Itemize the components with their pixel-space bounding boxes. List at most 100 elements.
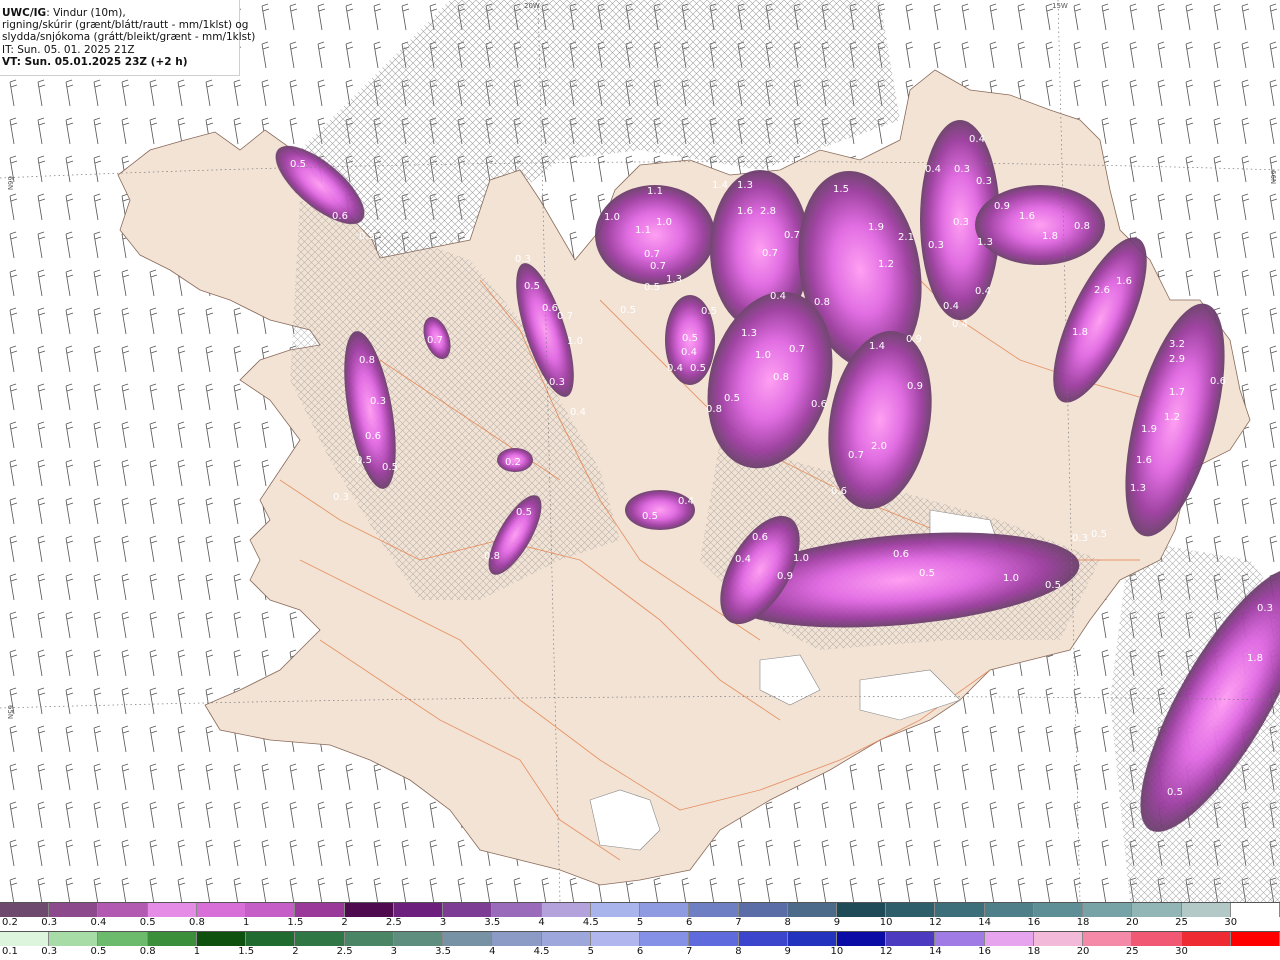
- precip-value-label: 0.2: [505, 457, 521, 468]
- precip-value-label: 0.5: [356, 455, 372, 466]
- legend-tick-label: 0.5: [139, 917, 156, 928]
- legend-swatch: [640, 932, 690, 946]
- precip-value-label: 0.5: [516, 507, 532, 518]
- legend-swatch: [1083, 903, 1133, 917]
- precip-value-label: 1.3: [666, 274, 682, 285]
- precip-value-label: 2.1: [898, 232, 914, 243]
- precip-value-label: 0.7: [427, 335, 443, 346]
- precip-value-label: 0.7: [789, 344, 805, 355]
- precip-value-label: 0.6: [365, 431, 381, 442]
- lat-label-66n-right: 66N: [1269, 170, 1277, 184]
- legend-tick-label: 0.1: [2, 946, 18, 957]
- precip-value-label: 0.5: [359, 231, 375, 242]
- legend-swatch: [640, 903, 690, 917]
- precip-value-label: 0.6: [893, 549, 909, 560]
- precip-value-label: 1.1: [635, 225, 651, 236]
- precip-value-label: 1.4: [869, 341, 885, 352]
- precip-value-label: 0.4: [952, 319, 968, 330]
- legend-tick-label: 10: [879, 917, 893, 928]
- legend-swatch: [935, 932, 985, 946]
- precip-value-label: 0.7: [644, 249, 660, 260]
- precip-value-label: 2.4: [1259, 733, 1275, 744]
- precip-value-label: 3.2: [1169, 339, 1185, 350]
- precip-value-label: 0.5: [682, 333, 698, 344]
- legend-tick-label: 9: [784, 946, 791, 957]
- legend-tick-label: 4.5: [533, 946, 550, 957]
- precip-value-label: 2.9: [1169, 354, 1185, 365]
- legend-swatch: [541, 903, 591, 917]
- legend-tick-label: 0.4: [90, 917, 107, 928]
- legend-tick-label: 20: [1125, 917, 1139, 928]
- precip-value-label: 0.9: [994, 201, 1010, 212]
- precip-value-label: 0.9: [907, 381, 923, 392]
- legend-tick-label: 18: [1027, 946, 1041, 957]
- precip-value-label: 0.6: [752, 532, 768, 543]
- legend-swatch: [738, 903, 788, 917]
- precip-value-label: 0.9: [777, 571, 793, 582]
- precip-value-label: 1.0: [1003, 573, 1019, 584]
- precip-value-label: 0.4: [570, 407, 586, 418]
- precip-value-label: 0.8: [814, 297, 830, 308]
- precip-value-label: 0.3: [928, 240, 944, 251]
- precip-value-label: 0.5: [382, 462, 398, 473]
- precip-value-label: 1.6: [1019, 211, 1035, 222]
- legend-swatch: [196, 932, 247, 946]
- legend-swatch: [541, 932, 591, 946]
- precip-value-label: 0.3: [333, 492, 349, 503]
- lat-label-66n-left: 66N: [6, 176, 14, 190]
- legend-swatch: [984, 932, 1034, 946]
- legend-swatch: [689, 903, 739, 917]
- precip-value-label: 2.6: [1094, 285, 1110, 296]
- legend-tick-label: 6: [636, 946, 644, 957]
- legend-swatch: [393, 903, 444, 917]
- legend-swatch: [1083, 932, 1133, 946]
- precip-value-label: 1.3: [737, 180, 753, 191]
- precip-value-label: 0.3: [515, 254, 531, 265]
- legend-tick-label: 9: [833, 917, 841, 928]
- precip-value-label: 0.5: [690, 363, 706, 374]
- valid-time: VT: Sun. 05.01.2025 23Z (+2 h): [2, 55, 188, 68]
- precip-value-label: 0.4: [735, 554, 751, 565]
- precip-value-label: 0.6: [831, 486, 847, 497]
- precip-value-label: 0.3: [954, 164, 970, 175]
- legend-tick-label: 2: [341, 917, 348, 928]
- legend-tick-label: 1: [242, 917, 250, 928]
- precip-value-label: 0.5: [701, 306, 717, 317]
- legend-rain-ticks: 0.1 0.3 0.5 0.8 1 1.5 2 2.5 3 3.5 4 4.5 5 6 7 8 9 10 12 14 1…: [0, 946, 1280, 959]
- precip-value-label: 0.7: [762, 248, 778, 259]
- precip-value-label: 0.4: [681, 347, 697, 358]
- precip-value-label: 0.7: [557, 311, 573, 322]
- precip-value-label: 0.8: [1074, 221, 1090, 232]
- weather-map: 20W 15W 66N 66N 65N 0.50.60.50.30.50.60.…: [0, 0, 1280, 902]
- precip-value-label: 1.0: [656, 217, 672, 228]
- legend-tick-label: 4: [538, 917, 545, 928]
- precip-value-label: 0.3: [549, 377, 565, 388]
- legend-rain: 0.1 0.3 0.5 0.8 1 1.5 2 2.5 3 3.5 4 4.5 5 6 7 8 9 10 12 14 1…: [0, 931, 1280, 959]
- precip-value-label: 0.6: [332, 211, 348, 222]
- legend-tick-label: 3.5: [484, 917, 501, 928]
- info-line-3: slydda/snjókoma (grátt/bleikt/grænt - mm…: [2, 31, 256, 44]
- precip-value-label: 1.3: [741, 328, 757, 339]
- legend-swatch: [492, 903, 542, 917]
- legend-tick-label: 12: [929, 917, 942, 928]
- lon-label-20w: 20W: [524, 2, 540, 10]
- legend-tick-label: 25: [1175, 917, 1188, 928]
- legend-tick-label: 14: [978, 917, 991, 928]
- legend-tick-label: 6: [686, 917, 693, 928]
- precip-value-label: 0.4: [925, 164, 941, 175]
- precip-value-label: 0.7: [650, 261, 666, 272]
- legend-tick-label: 3: [439, 917, 447, 928]
- legend-tick-label: 4.5: [582, 917, 599, 928]
- legend-tick-label: 25: [1125, 946, 1139, 957]
- legend-rain-swatches: [0, 931, 1280, 946]
- legend-swatch: [787, 932, 837, 946]
- legend-tick-label: 0.3: [41, 946, 58, 957]
- precip-value-label: 1.5: [833, 184, 849, 195]
- precip-value-label: 1.4: [712, 180, 728, 191]
- precip-value-label: 0.9: [906, 334, 922, 345]
- legend-tick-label: 8: [735, 946, 742, 957]
- legend-swatch: [295, 932, 345, 946]
- precip-value-label: 0.5: [1045, 580, 1061, 591]
- precip-value-label: 1.9: [1141, 424, 1157, 435]
- legend-swatch: [344, 903, 394, 917]
